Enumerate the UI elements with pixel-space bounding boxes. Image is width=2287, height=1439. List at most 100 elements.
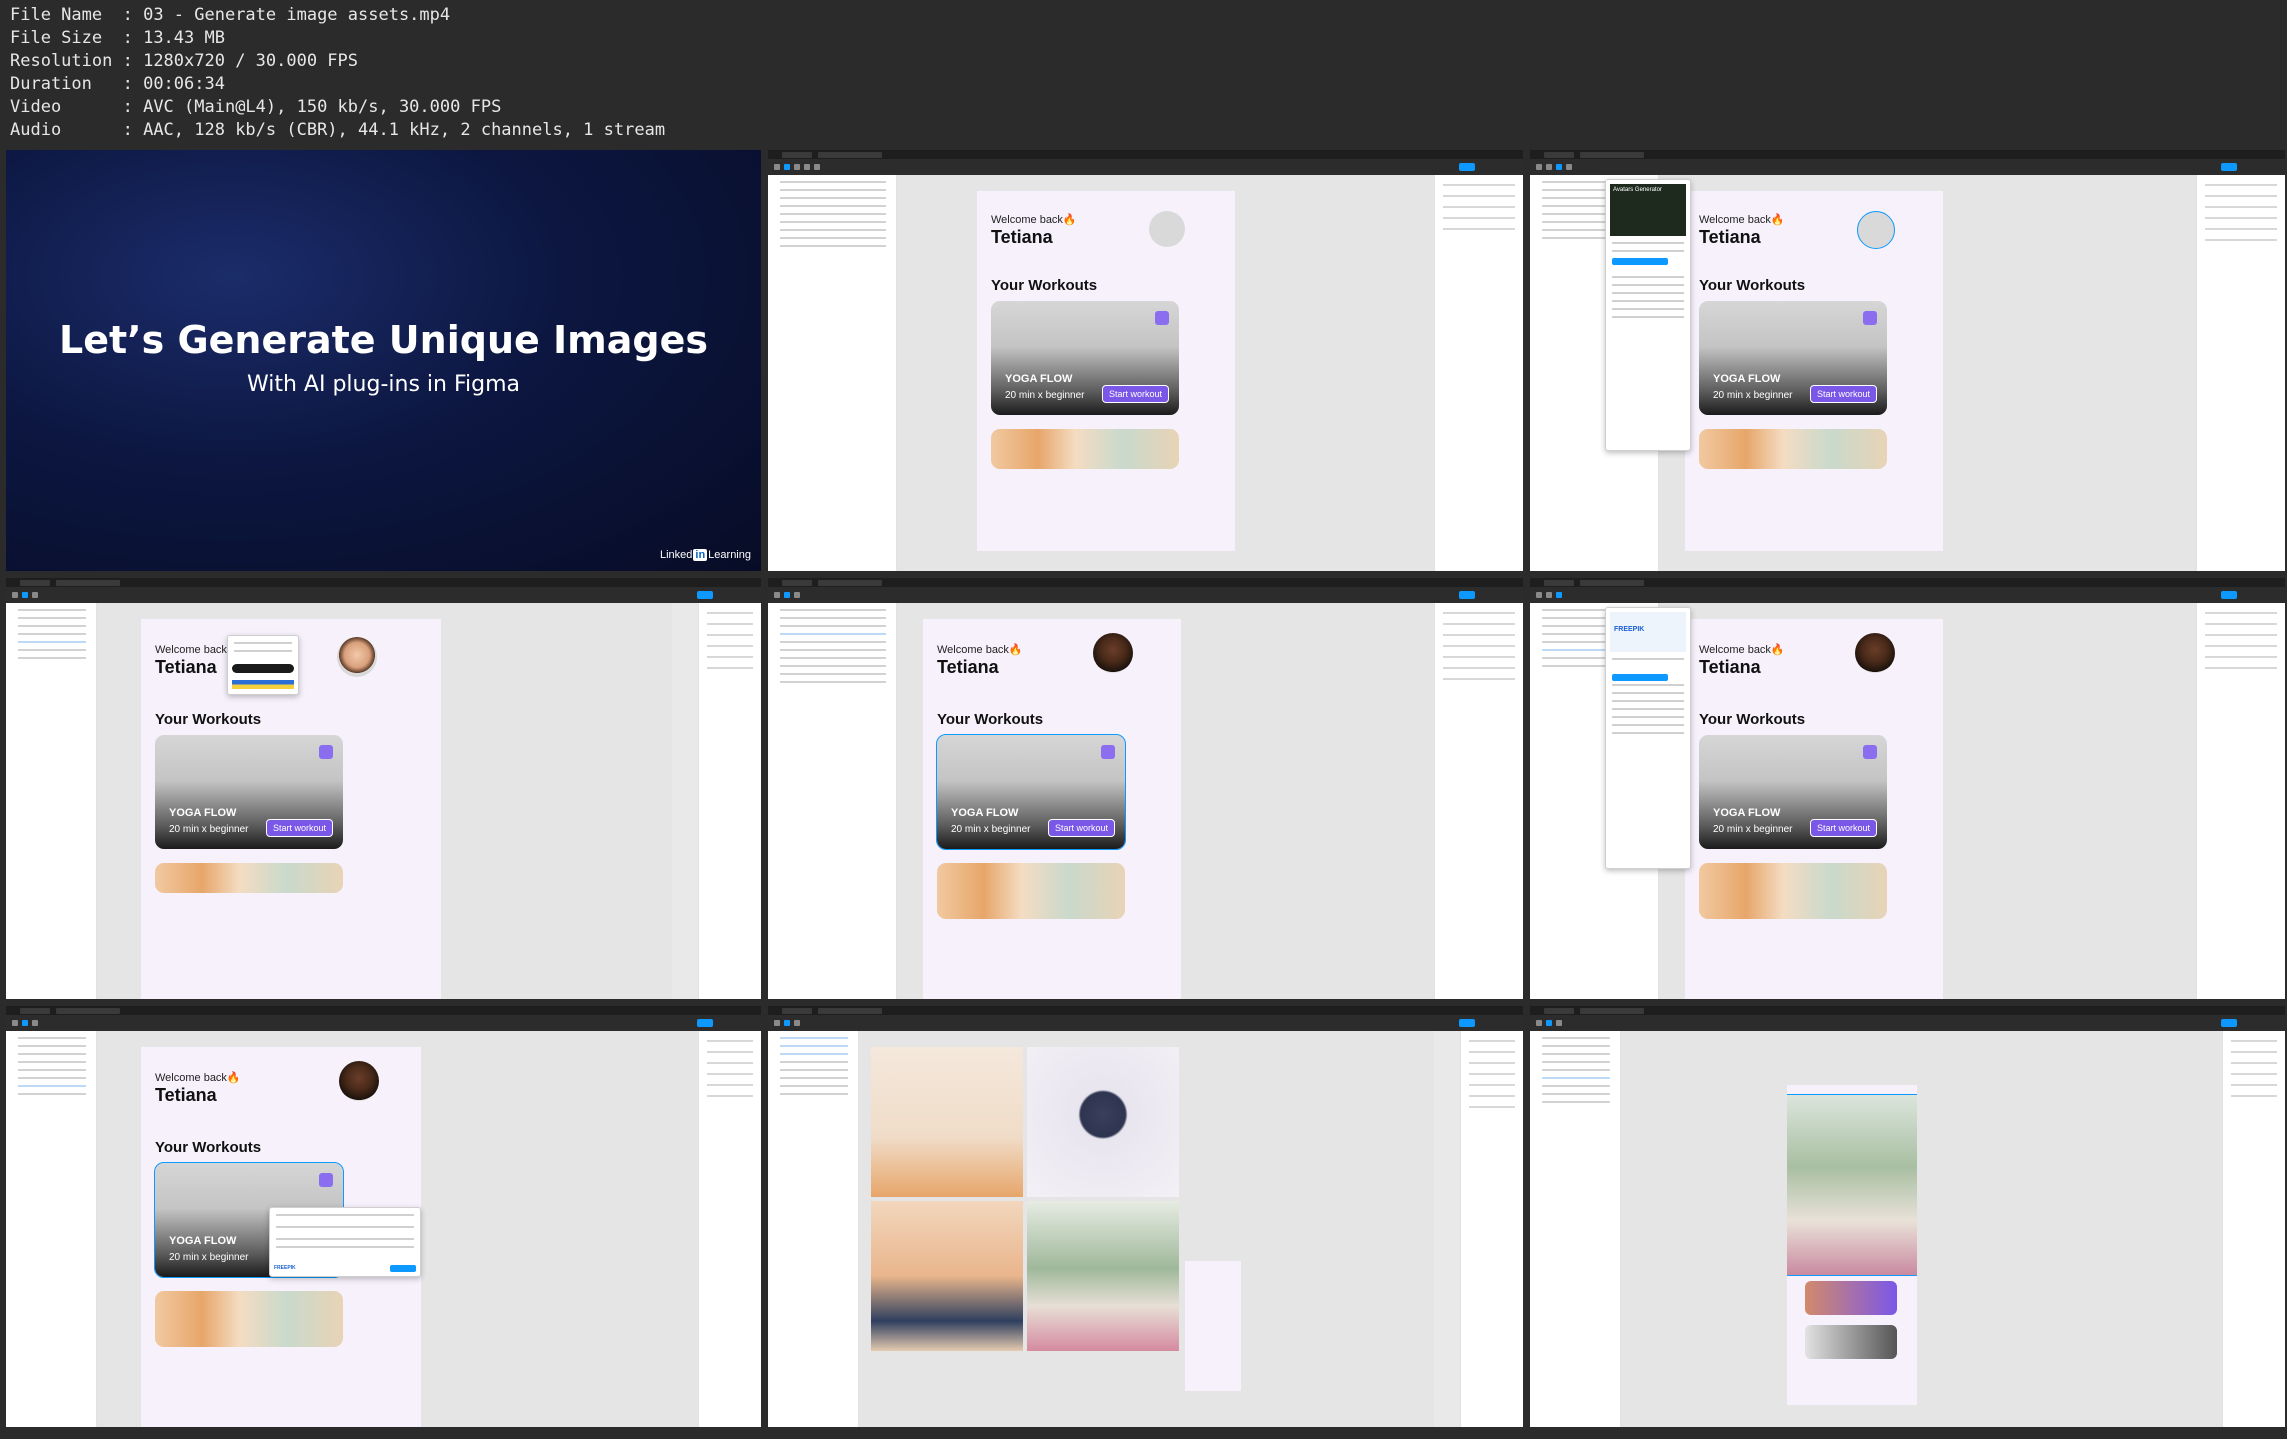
figma-canvas[interactable] <box>859 1031 1434 1427</box>
card-subtitle: 20 min x beginner <box>951 824 1031 835</box>
share-button[interactable] <box>2221 1019 2237 1027</box>
freepik-plugin-window[interactable]: FREEPIK <box>1605 607 1691 869</box>
start-workout-button[interactable]: Start workout <box>1101 385 1169 403</box>
layers-panel <box>768 1031 859 1427</box>
run-button[interactable] <box>1612 674 1668 681</box>
section-title: Your Workouts <box>991 277 1098 294</box>
ukraine-banner <box>232 680 294 689</box>
app-frame[interactable]: Welcome back🔥 Tetiana Your Workouts YOGA… <box>977 191 1235 551</box>
start-workout-button[interactable]: Start workout <box>1809 385 1877 403</box>
generated-avatar[interactable] <box>339 1061 379 1101</box>
avatar-placeholder[interactable] <box>1149 211 1185 247</box>
section-title: Your Workouts <box>937 711 1044 728</box>
workout-card[interactable]: YOGA FLOW 20 min x beginner Start workou… <box>936 734 1126 850</box>
share-button[interactable] <box>697 1019 713 1027</box>
thumbnail-intro[interactable]: Let’s Generate Unique Images With AI plu… <box>6 150 761 571</box>
workout-card-image <box>155 1291 343 1347</box>
design-panel <box>2196 175 2285 571</box>
share-button[interactable] <box>697 591 713 599</box>
card-subtitle: 20 min x beginner <box>1713 390 1793 401</box>
make-magic-button[interactable] <box>390 1265 416 1272</box>
figma-canvas[interactable]: Welcome back🔥 Tetiana Your Workouts YOGA… <box>897 175 1434 571</box>
thumbnail-figma-9[interactable] <box>1530 1006 2285 1427</box>
avatars-plugin-window[interactable] <box>227 635 299 695</box>
start-workout-button[interactable]: Start workout <box>1809 819 1877 837</box>
workout-card-image <box>1699 863 1887 919</box>
figma-canvas[interactable]: Welcome back🔥 Tetiana Your Workouts YOGA… <box>897 603 1434 999</box>
thumbnail-figma-7[interactable]: Welcome back🔥 Tetiana Your Workouts YOGA… <box>6 1006 761 1427</box>
selected-generated-image[interactable] <box>1787 1094 1917 1276</box>
layers-panel <box>768 603 897 999</box>
avatar-placeholder[interactable] <box>1857 211 1895 249</box>
thumbnail-figma-6[interactable]: Welcome back🔥 Tetiana Your Workouts YOGA… <box>1530 578 2285 999</box>
generated-avatar[interactable] <box>1093 633 1133 673</box>
app-frame[interactable] <box>1787 1085 1917 1405</box>
figma-toolbar <box>6 587 761 603</box>
circuit-training-card[interactable] <box>1805 1281 1897 1315</box>
run-button[interactable] <box>1612 258 1668 265</box>
app-frame[interactable]: Welcome back🔥 Tetiana Your Workouts YOGA… <box>1685 619 1943 999</box>
share-button[interactable] <box>1459 163 1475 171</box>
share-button[interactable] <box>2221 163 2237 171</box>
figma-titlebar <box>6 1006 761 1015</box>
thumbnail-figma-5[interactable]: Welcome back🔥 Tetiana Your Workouts YOGA… <box>768 578 1523 999</box>
freepik-logo: FREEPIK <box>1610 612 1686 652</box>
generated-image-yoga-2[interactable] <box>1027 1047 1179 1197</box>
figma-titlebar <box>1530 578 2285 587</box>
share-button[interactable] <box>1459 1019 1475 1027</box>
generated-avatar[interactable] <box>337 637 377 677</box>
generated-avatar[interactable] <box>1855 633 1895 673</box>
bell-icon[interactable] <box>1863 311 1877 325</box>
figma-toolbar <box>768 587 1523 603</box>
workout-card-image <box>155 863 343 893</box>
bell-icon[interactable] <box>1863 745 1877 759</box>
figma-canvas[interactable]: Welcome back🔥 Tetiana Your Workouts YOGA… <box>1605 175 2196 571</box>
bell-icon[interactable] <box>1101 745 1115 759</box>
file-info-row: Resolution : 1280x720 / 30.000 FPS <box>10 51 359 71</box>
file-info-row: Video : AVC (Main@L4), 150 kb/s, 30.000 … <box>10 97 502 117</box>
user-name: Tetiana <box>1699 227 1761 247</box>
app-frame[interactable]: Welcome back🔥 Tetiana Your Workouts YOGA… <box>923 619 1181 999</box>
bell-icon[interactable] <box>319 745 333 759</box>
welcome-text: Welcome back🔥 <box>937 644 1023 656</box>
bell-icon[interactable] <box>1155 311 1169 325</box>
thumbnail-figma-4[interactable]: Welcome back🔥 Tetiana Your Workouts YOGA… <box>6 578 761 999</box>
linkedin-learning-logo: Linked in Learning <box>659 549 751 561</box>
figma-canvas[interactable]: Welcome back🔥 Tetiana Your Workouts YOGA… <box>1605 603 2196 999</box>
generated-image-yoga-4[interactable] <box>1027 1201 1179 1351</box>
start-workout-button[interactable]: Start workout <box>1047 819 1115 837</box>
app-frame[interactable]: Welcome back🔥 Tetiana Your Workouts YOGA… <box>1685 191 1943 551</box>
figma-toolbar <box>1530 159 2285 175</box>
generated-image-yoga-1[interactable] <box>871 1047 1023 1197</box>
section-title: Your Workouts <box>155 1139 262 1156</box>
insert-photos-button[interactable] <box>232 664 294 673</box>
avatars-plugin-window[interactable]: Avatars Generator <box>1605 179 1691 451</box>
layers-panel <box>768 175 897 571</box>
share-button[interactable] <box>2221 591 2237 599</box>
ai-image-generator-dialog[interactable]: FREEPIK <box>269 1207 421 1277</box>
file-info-panel: File Name : 03 - Generate image assets.m… <box>10 4 665 142</box>
start-workout-button[interactable]: Start workout <box>265 819 333 837</box>
share-button[interactable] <box>1459 591 1475 599</box>
design-panel <box>698 603 761 999</box>
card-subtitle: 20 min x beginner <box>1005 390 1085 401</box>
figma-canvas[interactable]: Welcome back🔥 Tetiana Your Workouts YOGA… <box>97 1031 698 1427</box>
workout-card-image[interactable] <box>1805 1325 1897 1359</box>
app-frame-mini[interactable] <box>1185 1261 1241 1391</box>
thumbnail-figma-3[interactable]: Welcome back🔥 Tetiana Your Workouts YOGA… <box>1530 150 2285 571</box>
figma-toolbar <box>768 1015 1523 1031</box>
generated-image-yoga-3[interactable] <box>871 1201 1023 1351</box>
thumbnail-figma-8[interactable] <box>768 1006 1523 1427</box>
workout-card[interactable]: YOGA FLOW 20 min x beginner Start workou… <box>1699 735 1887 849</box>
freepik-logo: FREEPIK <box>274 1265 296 1271</box>
figma-canvas[interactable]: Welcome back🔥 Tetiana Your Workouts YOGA… <box>97 603 672 999</box>
workout-card[interactable]: YOGA FLOW 20 min x beginner Start workou… <box>991 301 1179 415</box>
workout-card[interactable]: YOGA FLOW 20 min x beginner Start workou… <box>1699 301 1887 415</box>
thumbnail-figma-2[interactable]: Welcome back🔥 Tetiana Your Workouts YOGA… <box>768 150 1523 571</box>
bell-icon[interactable] <box>319 1173 333 1187</box>
workout-card[interactable]: YOGA FLOW 20 min x beginner Start workou… <box>155 735 343 849</box>
figma-titlebar <box>6 578 761 587</box>
figma-titlebar <box>768 150 1523 159</box>
file-info-row: File Name : 03 - Generate image assets.m… <box>10 5 451 25</box>
figma-canvas[interactable] <box>1621 1031 2222 1427</box>
